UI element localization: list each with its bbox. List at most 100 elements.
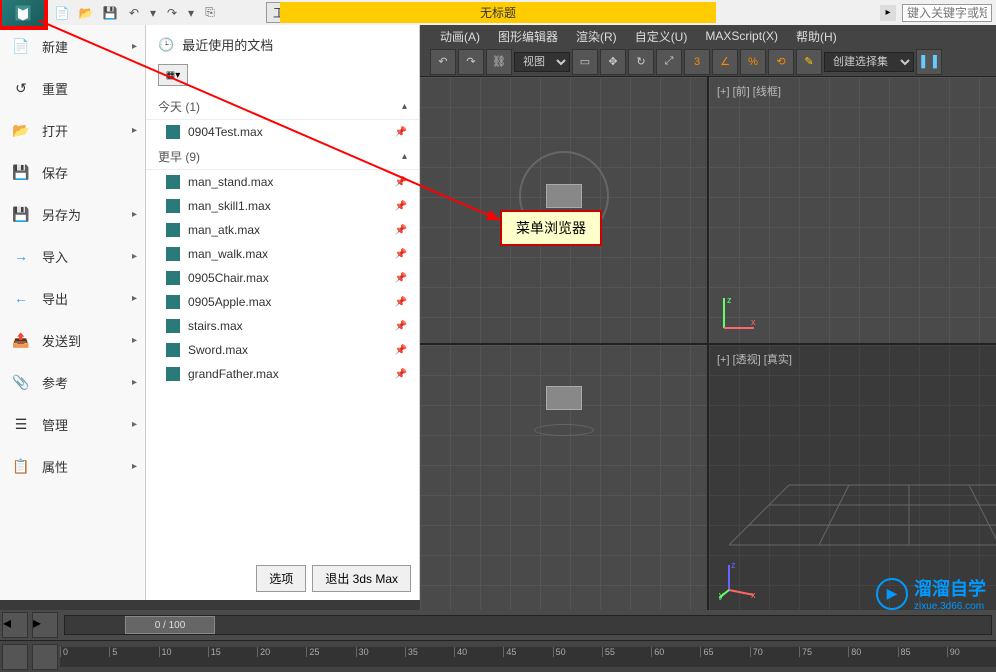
new-file-icon[interactable]: 📄 (52, 3, 72, 23)
menu-export[interactable]: ←导出▸ (0, 277, 145, 319)
file-name: 0905Apple.max (188, 295, 271, 309)
redo-tb-icon[interactable]: ↷ (458, 49, 484, 75)
menu-properties[interactable]: 📋属性▸ (0, 445, 145, 487)
undo-icon[interactable]: ↶ (124, 3, 144, 23)
menu-save[interactable]: 💾保存 (0, 151, 145, 193)
recent-file-item[interactable]: stairs.max 📌 (146, 314, 419, 338)
pin-icon[interactable]: 📌 (395, 273, 407, 284)
watermark: ▶ 溜溜自学 zixue.3d66.com (876, 575, 986, 612)
menu-help[interactable]: 帮助(H) (796, 28, 837, 45)
menu-anim[interactable]: 动画(A) (440, 28, 480, 45)
link-tb-icon[interactable]: ⛓ (486, 49, 512, 75)
recent-footer: 选项 退出 3ds Max (256, 565, 411, 592)
menu-graph[interactable]: 图形编辑器 (498, 28, 558, 45)
menu-new[interactable]: 📄新建▸ (0, 25, 145, 67)
menu-custom[interactable]: 自定义(U) (635, 28, 688, 45)
reset-icon: ↺ (10, 77, 32, 99)
recent-file-item[interactable]: grandFather.max📌 (146, 362, 419, 386)
svg-text:z: z (731, 560, 736, 570)
time-track[interactable]: 0 / 100 (64, 615, 992, 635)
recent-file-item[interactable]: 0904Test.max📌 (146, 120, 419, 144)
pin-icon[interactable]: 📌 (395, 127, 407, 138)
menu-send-to[interactable]: 📤发送到▸ (0, 319, 145, 361)
group-label: 更早 (9) (158, 148, 200, 165)
status-btn-2[interactable] (32, 644, 58, 670)
recent-file-item[interactable]: 0905Chair.max📌 (146, 266, 419, 290)
viewport-perspective[interactable]: [+] [透视] [真实] zxy (709, 345, 996, 611)
frame-ruler[interactable]: 051015202530354045505560657075808590 (60, 647, 996, 667)
time-handle[interactable]: 0 / 100 (125, 616, 215, 634)
viewport-front[interactable]: [+] [前] [线框] z x (709, 77, 996, 343)
spinner-snap-icon[interactable]: ⟲ (768, 49, 794, 75)
selection-set-select[interactable]: 创建选择集 (824, 52, 914, 72)
undo-drop-icon[interactable]: ▾ (148, 3, 158, 23)
group-earlier[interactable]: 更早 (9) ▴ (146, 144, 419, 170)
menu-import[interactable]: →导入▸ (0, 235, 145, 277)
svg-text:x: x (751, 317, 756, 327)
options-button[interactable]: 选项 (256, 565, 306, 592)
menu-render[interactable]: 渲染(R) (576, 28, 617, 45)
recent-file-item[interactable]: man_skill1.max📌 (146, 194, 419, 218)
mirror-icon[interactable]: ▌▐ (916, 49, 942, 75)
pin-icon[interactable]: 📌 (395, 177, 407, 188)
select-icon[interactable]: ▭ (572, 49, 598, 75)
recent-file-item[interactable]: 0905Apple.max 📌 (146, 290, 419, 314)
chevron-right-icon: ▸ (132, 335, 137, 346)
search-input[interactable] (902, 4, 992, 22)
pin-icon[interactable]: 📌 (395, 345, 407, 356)
recent-file-item[interactable]: man_walk.max📌 (146, 242, 419, 266)
next-key-icon[interactable]: ▸ (32, 612, 58, 638)
max-file-icon (166, 223, 180, 237)
reference-icon: 📎 (10, 371, 32, 393)
link-icon[interactable]: ⎘ (200, 3, 220, 23)
pin-icon[interactable]: 📌 (395, 249, 407, 260)
save-file-icon[interactable]: 💾 (100, 3, 120, 23)
percent-snap-icon[interactable]: % (740, 49, 766, 75)
menu-open[interactable]: 📂打开▸ (0, 109, 145, 151)
viewmode-select[interactable]: 视图 (514, 52, 570, 72)
redo-drop-icon[interactable]: ▾ (186, 3, 196, 23)
scale-icon[interactable]: ⤢ (656, 49, 682, 75)
view-toggle-icon[interactable]: ▦▾ (158, 64, 188, 86)
prev-key-icon[interactable]: ◂ (2, 612, 28, 638)
pin-icon[interactable]: 📌 (395, 321, 407, 332)
viewport-label[interactable]: [+] [前] [线框] (717, 83, 781, 99)
file-name: stairs.max (188, 319, 243, 333)
expand-icon[interactable]: ▸ (880, 5, 896, 21)
svg-text:z: z (727, 295, 732, 305)
move-icon[interactable]: ✥ (600, 49, 626, 75)
app-menu-button[interactable] (0, 0, 46, 28)
edit-set-icon[interactable]: ✎ (796, 49, 822, 75)
open-icon: 📂 (10, 119, 32, 141)
undo-tb-icon[interactable]: ↶ (430, 49, 456, 75)
pin-icon[interactable]: 📌 (395, 225, 407, 236)
pin-icon[interactable]: 📌 (395, 201, 407, 212)
recent-file-item[interactable]: man_atk.max 📌 (146, 218, 419, 242)
menu-save-as[interactable]: 💾另存为▸ (0, 193, 145, 235)
pin-icon[interactable]: 📌 (395, 297, 407, 308)
menu-reset[interactable]: ↺重置 (0, 67, 145, 109)
properties-icon: 📋 (10, 455, 32, 477)
recent-file-item[interactable]: man_stand.max📌 (146, 170, 419, 194)
exit-button[interactable]: 退出 3ds Max (312, 565, 411, 592)
svg-text:y: y (719, 590, 724, 600)
viewport-left[interactable] (420, 345, 707, 611)
snap-icon[interactable]: 3 (684, 49, 710, 75)
teapot-object (546, 184, 582, 208)
recent-file-item[interactable]: Sword.max📌 (146, 338, 419, 362)
menu-maxscript[interactable]: MAXScript(X) (705, 29, 778, 43)
svg-text:x: x (751, 590, 756, 600)
status-btn-1[interactable] (2, 644, 28, 670)
file-name: man_atk.max (188, 223, 260, 237)
time-slider: ◂ ▸ 0 / 100 (0, 610, 996, 640)
redo-icon[interactable]: ↷ (162, 3, 182, 23)
open-file-icon[interactable]: 📂 (76, 3, 96, 23)
angle-snap-icon[interactable]: ∠ (712, 49, 738, 75)
pin-icon[interactable]: 📌 (395, 369, 407, 380)
menu-manage[interactable]: ☰管理▸ (0, 403, 145, 445)
menu-reference[interactable]: 📎参考▸ (0, 361, 145, 403)
menu-label: 新建 (42, 37, 68, 56)
max-file-icon (166, 271, 180, 285)
group-today[interactable]: 今天 (1) ▴ (146, 94, 419, 120)
rotate-icon[interactable]: ↻ (628, 49, 654, 75)
